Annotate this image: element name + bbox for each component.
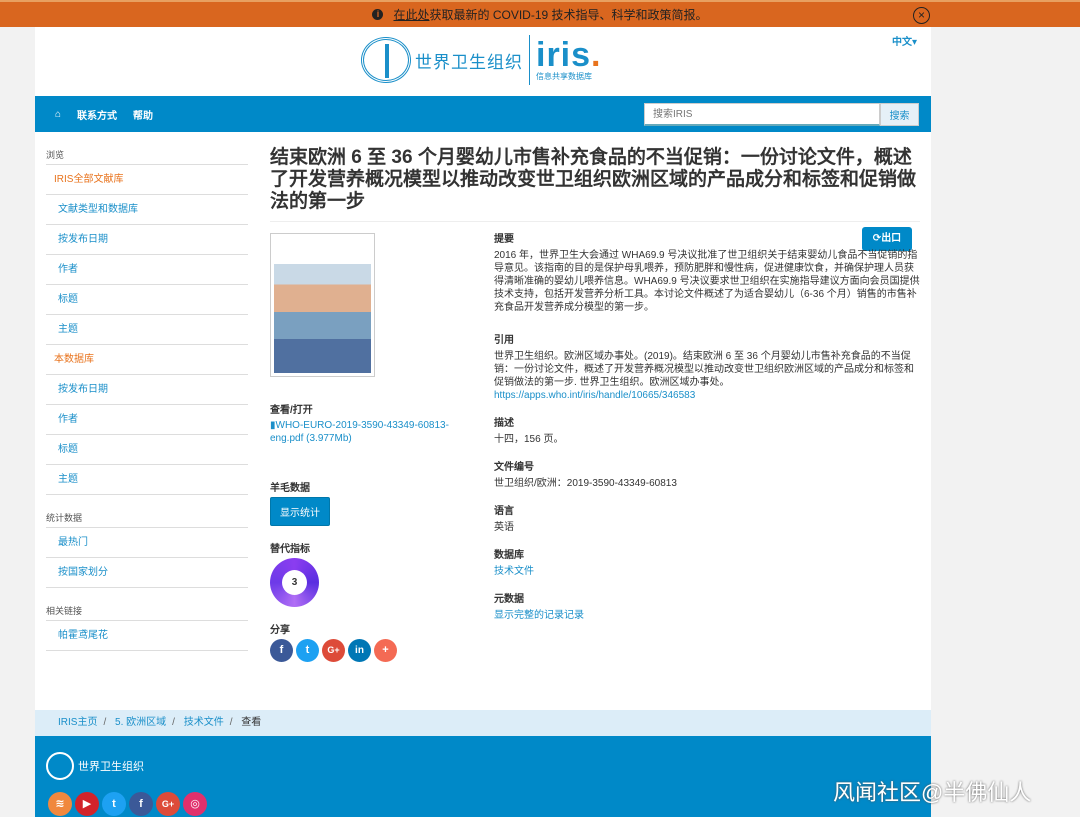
view-label: 查看/打开 — [270, 405, 313, 416]
nav-contact[interactable]: 联系方式 — [77, 107, 117, 122]
brand: iris — [536, 35, 592, 74]
citation-label: 引用 — [494, 335, 514, 346]
item-metadata: 提要 2016 年，世界卫生大会通过 WHA69.9 号决议批准了世卫组织关于结束… — [494, 233, 920, 637]
google-plus-icon[interactable]: G+ — [156, 792, 180, 816]
info-icon: i — [372, 9, 384, 20]
sidebar-item[interactable]: 作者 — [46, 255, 248, 285]
sidebar-item[interactable]: 按发布日期 — [46, 375, 248, 405]
language-label: 语言 — [494, 506, 514, 517]
breadcrumb-current: 查看 — [241, 717, 262, 728]
sidebar-item-this[interactable]: 本数据库 — [46, 345, 248, 375]
show-stats-button[interactable]: 显示统计 — [270, 497, 330, 526]
language-text: 英语 — [494, 522, 514, 533]
linkedin-icon[interactable]: in — [348, 639, 371, 662]
sidebar-item[interactable]: 主题 — [46, 315, 248, 345]
sidebar-item[interactable]: 标题 — [46, 285, 248, 315]
sidebar-item[interactable]: 作者 — [46, 405, 248, 435]
description-label: 描述 — [494, 418, 514, 429]
page: 世界卫生组织 iris. 信息共享数据库 中文▾ ⌂ 联系方式 帮助 搜索 浏览… — [35, 27, 931, 817]
sidebar-item[interactable]: 帕霍鸢尾花 — [46, 621, 248, 651]
full-record-link[interactable]: 显示完整的记录记录 — [494, 610, 584, 621]
header: 世界卫生组织 iris. 信息共享数据库 中文▾ — [35, 27, 931, 96]
who-emblem-icon — [361, 37, 411, 83]
footer-logo[interactable]: 世界卫生组织 — [46, 752, 144, 780]
item-left-column: 查看/打开 ▮WHO-EURO-2019-3590-43349-60813-en… — [270, 233, 470, 662]
breadcrumb: IRIS主页/ 5. 欧洲区域 / 技术文件 / 查看 — [35, 710, 931, 736]
banner-link[interactable]: 在此处 — [393, 6, 429, 23]
youtube-icon[interactable]: ▶ — [75, 792, 99, 816]
sidebar-item[interactable]: 最热门 — [46, 528, 248, 558]
sidebar: 浏览 IRIS全部文献库 文献类型和数据库 按发布日期 作者 标题 主题 本数据… — [46, 144, 248, 651]
brand-subtitle: 信息共享数据库 — [536, 71, 592, 81]
citation-text: 世界卫生组织。欧洲区域办事处。(2019)。结束欧洲 6 至 36 个月婴幼儿市… — [494, 351, 914, 388]
abstract-label: 提要 — [494, 234, 514, 245]
share-label: 分享 — [270, 625, 290, 636]
language-select[interactable]: 中文▾ — [892, 33, 917, 48]
rss-icon[interactable]: ≋ — [48, 792, 72, 816]
sidebar-item[interactable]: 按发布日期 — [46, 225, 248, 255]
citation-url[interactable]: https://apps.who.int/iris/handle/10665/3… — [494, 390, 695, 401]
sidebar-item[interactable]: 标题 — [46, 435, 248, 465]
twitter-icon[interactable]: t — [102, 792, 126, 816]
watermark: 风闻社区@半佛仙人 — [833, 780, 1032, 805]
twitter-icon[interactable]: t — [296, 639, 319, 662]
altmetric-badge[interactable]: 3 — [270, 558, 319, 607]
brand-dot: . — [591, 35, 602, 74]
nav-help[interactable]: 帮助 — [133, 107, 153, 122]
breadcrumb-collection[interactable]: 技术文件 — [184, 717, 224, 728]
logo[interactable]: 世界卫生组织 iris. 信息共享数据库 — [361, 35, 602, 85]
sidebar-item[interactable]: 文献类型和数据库 — [46, 195, 248, 225]
who-emblem-icon — [46, 752, 74, 780]
sidebar-heading: 相关链接 — [46, 600, 248, 621]
sheep-label: 羊毛数据 — [270, 483, 310, 494]
sidebar-item[interactable]: 按国家划分 — [46, 558, 248, 588]
page-title: 结束欧洲 6 至 36 个月婴幼儿市售补充食品的不当促销：一份讨论文件，概述了开… — [270, 147, 920, 222]
breadcrumb-region[interactable]: 5. 欧洲区域 — [115, 717, 166, 728]
altmetric-label: 替代指标 — [270, 544, 310, 555]
instagram-icon[interactable]: ◎ — [183, 792, 207, 816]
facebook-icon[interactable]: f — [270, 639, 293, 662]
nav-bar: ⌂ 联系方式 帮助 搜索 — [35, 96, 931, 132]
abstract-text: 2016 年，世界卫生大会通过 WHA69.9 号决议批准了世卫组织关于结束婴幼… — [494, 250, 920, 313]
more-share-icon[interactable]: + — [374, 639, 397, 662]
altmetric-score: 3 — [282, 570, 307, 595]
google-plus-icon[interactable]: G+ — [322, 639, 345, 662]
close-icon[interactable]: × — [913, 7, 930, 24]
docno-text: 世卫组织/欧洲：2019-3590-43349-60813 — [494, 478, 677, 489]
database-link[interactable]: 技术文件 — [494, 566, 534, 577]
sidebar-item[interactable]: 主题 — [46, 465, 248, 495]
home-icon[interactable]: ⌂ — [55, 109, 61, 120]
footer-org: 世界卫生组织 — [78, 761, 144, 773]
sidebar-item-all[interactable]: IRIS全部文献库 — [46, 165, 248, 195]
docno-label: 文件编号 — [494, 462, 534, 473]
divider — [529, 35, 530, 85]
banner-text: 获取最新的 COVID-19 技术指导、科学和政策简报。 — [429, 8, 708, 22]
covid-banner: i 在此处 获取最新的 COVID-19 技术指导、科学和政策简报。 × — [0, 0, 1080, 27]
sidebar-heading: 浏览 — [46, 144, 248, 165]
description-text: 十四，156 页。 — [494, 434, 564, 445]
org-name: 世界卫生组织 — [415, 52, 523, 72]
sidebar-heading: 统计数据 — [46, 507, 248, 528]
search: 搜索 — [644, 103, 919, 126]
footer: 世界卫生组织 ≋ ▶ t f G+ ◎ — [35, 736, 931, 817]
breadcrumb-home[interactable]: IRIS主页 — [58, 717, 97, 728]
facebook-icon[interactable]: f — [129, 792, 153, 816]
metadata-label: 元数据 — [494, 594, 524, 605]
database-label: 数据库 — [494, 550, 524, 561]
search-input[interactable] — [644, 103, 880, 126]
file-link[interactable]: WHO-EURO-2019-3590-43349-60813-eng.pdf (… — [270, 420, 449, 444]
document-thumbnail[interactable] — [270, 233, 375, 377]
search-button[interactable]: 搜索 — [880, 103, 919, 126]
